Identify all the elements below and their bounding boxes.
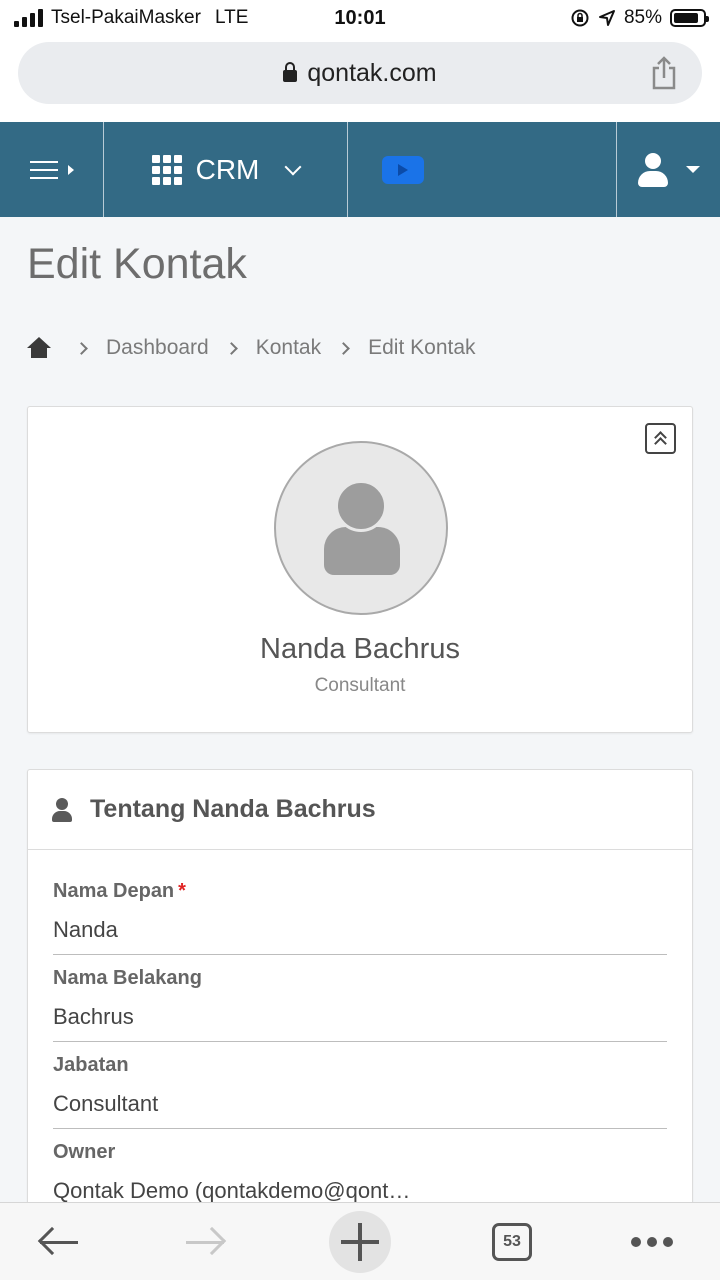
tab-count: 53 — [492, 1223, 532, 1261]
menu-toggle-button[interactable] — [0, 122, 104, 217]
avatar[interactable] — [274, 441, 448, 615]
chevron-right-icon — [75, 341, 88, 355]
field-label: Nama Depan * — [53, 880, 186, 902]
user-menu-button[interactable] — [617, 122, 720, 217]
about-header: Tentang Nanda Bachrus — [28, 770, 692, 850]
field-label: Owner — [53, 1141, 116, 1163]
video-tutorial-section — [348, 122, 617, 217]
video-play-button[interactable] — [382, 155, 424, 184]
arrow-right-icon — [186, 1226, 227, 1257]
required-mark: * — [178, 880, 186, 902]
url-text: qontak.com — [307, 58, 437, 87]
plus-icon — [329, 1211, 391, 1273]
last-name-input[interactable]: Bachrus — [53, 1004, 667, 1030]
chevron-right-icon — [337, 341, 350, 355]
breadcrumb: Dashboard Kontak Edit Kontak — [27, 336, 476, 360]
share-icon[interactable] — [650, 56, 678, 90]
breadcrumb-current: Edit Kontak — [368, 336, 476, 359]
user-icon — [52, 797, 72, 822]
collapse-button[interactable] — [645, 423, 676, 454]
arrow-left-icon — [37, 1226, 78, 1257]
new-tab-button[interactable] — [320, 1203, 400, 1280]
more-button[interactable] — [612, 1203, 692, 1280]
browser-toolbar: 53 — [0, 1202, 720, 1280]
play-icon — [398, 163, 408, 176]
profile-name: Nanda Bachrus — [260, 633, 460, 665]
first-name-field[interactable]: Nama Depan * Nanda — [53, 868, 667, 955]
apps-grid-icon — [151, 154, 182, 185]
carrier-name: Tsel-PakaiMasker — [51, 7, 201, 28]
app-navbar: CRM — [0, 122, 720, 217]
network-type: LTE — [214, 7, 249, 28]
about-card: Tentang Nanda Bachrus Nama Depan * Nanda … — [27, 769, 693, 1229]
more-dots-icon — [631, 1237, 673, 1247]
field-label: Nama Belakang — [53, 967, 202, 989]
job-title-input[interactable]: Consultant — [53, 1091, 667, 1117]
first-name-input[interactable]: Nanda — [53, 917, 667, 943]
forward-button[interactable] — [166, 1203, 246, 1280]
about-title: Tentang Nanda Bachrus — [90, 795, 376, 823]
signal-icon — [14, 9, 43, 27]
page-title: Edit Kontak — [27, 240, 247, 288]
breadcrumb-dashboard[interactable]: Dashboard — [106, 336, 209, 360]
field-label: Jabatan — [53, 1054, 129, 1076]
breadcrumb-kontak[interactable]: Kontak — [256, 336, 321, 360]
tabs-button[interactable]: 53 — [472, 1203, 552, 1280]
browser-header: qontak.com — [0, 36, 720, 122]
chevron-down-icon — [284, 158, 302, 175]
profile-card: Nanda Bachrus Consultant — [27, 406, 693, 733]
lock-icon — [283, 62, 298, 82]
caret-right-icon — [67, 164, 74, 175]
address-bar[interactable]: qontak.com — [18, 42, 702, 104]
last-name-field[interactable]: Nama Belakang Bachrus — [53, 955, 667, 1042]
status-bar: Tsel-PakaiMasker LTE 10:01 85% — [0, 0, 720, 36]
battery-icon — [670, 9, 709, 27]
owner-select[interactable]: Qontak Demo (qontakdemo@qont… — [53, 1178, 667, 1204]
back-button[interactable] — [18, 1203, 98, 1280]
app-switcher[interactable]: CRM — [104, 122, 348, 217]
caret-down-icon — [685, 166, 700, 173]
job-title-field[interactable]: Jabatan Consultant — [53, 1042, 667, 1129]
menu-icon — [29, 155, 58, 185]
app-switcher-label: CRM — [195, 153, 260, 185]
battery-percent: 85% — [623, 7, 662, 28]
home-icon[interactable] — [27, 337, 51, 359]
location-icon — [598, 10, 615, 26]
chevron-right-icon — [224, 341, 238, 355]
user-icon — [637, 152, 668, 187]
profile-role: Consultant — [314, 675, 406, 696]
orientation-lock-icon — [571, 9, 589, 27]
